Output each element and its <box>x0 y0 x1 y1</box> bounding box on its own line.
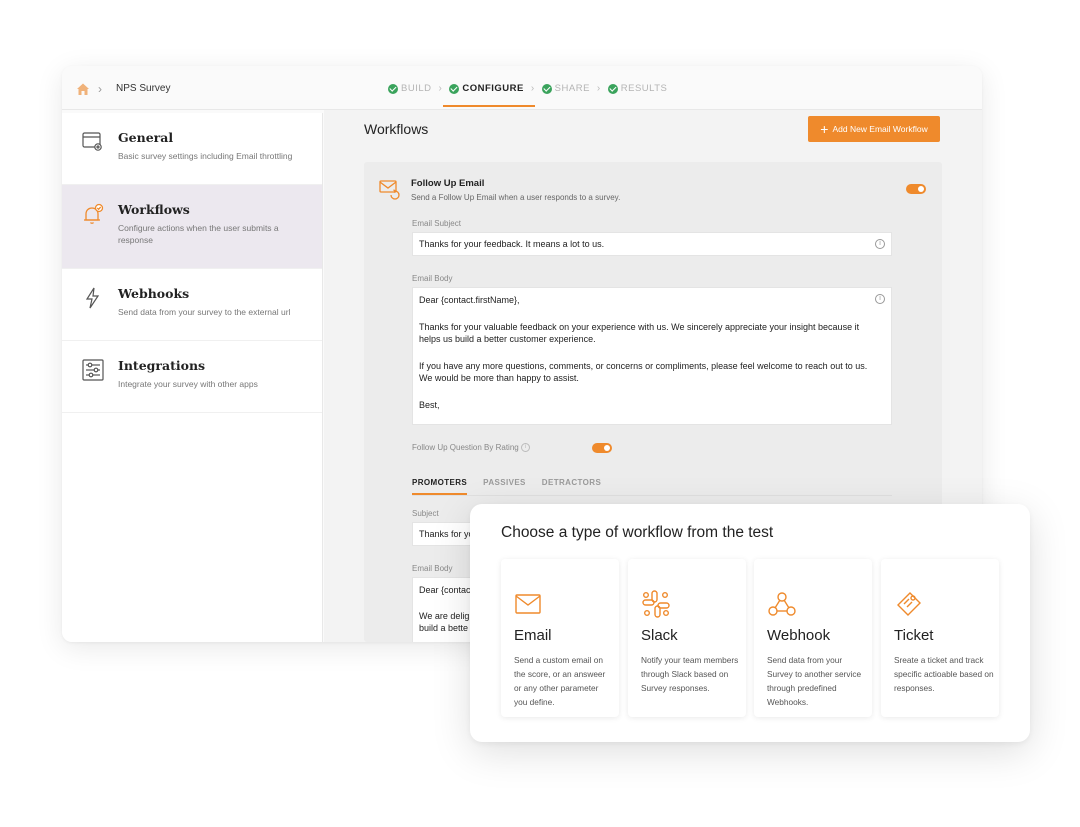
sliders-icon <box>82 359 104 381</box>
step-navigation: BUILD › CONFIGURE › SHARE › RESULTS <box>388 83 668 107</box>
info-icon[interactable]: i <box>875 294 885 304</box>
workflow-card-title: Ticket <box>894 627 934 644</box>
step-share-label: SHARE <box>554 83 590 94</box>
workflow-card-desc: Sreate a ticket and track specific actio… <box>894 655 994 693</box>
step-results[interactable]: RESULTS <box>607 83 668 94</box>
sidebar-item-label: Workflows <box>118 202 190 217</box>
follow-up-email-toggle[interactable] <box>906 184 926 194</box>
slack-icon <box>642 590 670 618</box>
sidebar-item-label: General <box>118 130 174 145</box>
workflow-card-desc: Notify your team members through Slack b… <box>641 655 739 693</box>
email-body-greeting: Dear {contact.firstName}, <box>419 295 520 305</box>
webhook-icon <box>768 592 796 616</box>
tabs-divider <box>412 495 892 496</box>
follow-up-email-desc: Send a Follow Up Email when a user respo… <box>411 193 621 202</box>
email-subject-value: Thanks for your feedback. It means a lot… <box>419 239 605 249</box>
workflow-card-slack[interactable]: Slack Notify your team members through S… <box>628 559 746 717</box>
sidebar-item-label: Webhooks <box>118 286 190 301</box>
workflow-type-chooser: Choose a type of workflow from the test … <box>470 504 1030 742</box>
breadcrumb-survey-title[interactable]: NPS Survey <box>116 83 170 94</box>
rating-tabs: PROMOTERS PASSIVES DETRACTORS <box>412 478 601 495</box>
email-body-signoff: Best, <box>419 399 440 410</box>
page-title: Workflows <box>364 121 429 137</box>
check-icon <box>541 83 552 94</box>
add-email-workflow-button[interactable]: + Add New Email Workflow <box>808 116 940 142</box>
sidebar-item-desc: Configure actions when the user submits … <box>118 223 279 245</box>
follow-up-rating-toggle[interactable] <box>592 443 612 453</box>
email-body-field[interactable]: Dear {contact.firstName}, Thanks for you… <box>412 287 892 425</box>
sidebar-item-webhooks[interactable]: Webhooks Send data from your survey to t… <box>62 269 322 341</box>
step-configure-label: CONFIGURE <box>462 83 524 94</box>
email-refresh-icon <box>379 180 400 200</box>
email-body-label: Email Body <box>412 274 453 283</box>
sidebar-item-label: Integrations <box>118 358 206 373</box>
chevron-right-icon: › <box>596 83 601 94</box>
workflow-card-ticket[interactable]: Ticket Sreate a ticket and track specifi… <box>881 559 999 717</box>
settings-window-icon <box>82 132 102 151</box>
settings-sidebar: General Basic survey settings including … <box>62 113 323 642</box>
check-icon <box>388 83 398 94</box>
chevron-right-icon: › <box>530 83 535 94</box>
sidebar-item-workflows[interactable]: Workflows Configure actions when the use… <box>62 185 322 269</box>
tab-detractors[interactable]: DETRACTORS <box>542 478 601 495</box>
follow-up-rating-label: Follow Up Question By Rating i <box>412 443 530 453</box>
email-icon <box>515 594 541 614</box>
workflow-card-title: Email <box>514 627 552 644</box>
workflow-card-webhook[interactable]: Webhook Send data from your Survey to an… <box>754 559 872 717</box>
sidebar-item-general[interactable]: General Basic survey settings including … <box>62 113 322 185</box>
bell-check-icon <box>84 203 104 224</box>
promoter-subject-value: Thanks for yo <box>419 529 474 539</box>
chooser-title: Choose a type of workflow from the test <box>501 524 774 541</box>
email-body-paragraph: If you have any more questions, comments… <box>419 360 868 384</box>
workflow-card-desc: Send data from your Survey to another se… <box>767 655 862 707</box>
promoter-subject-label: Subject <box>412 509 439 518</box>
email-body-paragraph: Thanks for your valuable feedback on you… <box>419 321 860 345</box>
home-icon[interactable] <box>76 82 90 96</box>
email-subject-field[interactable]: Thanks for your feedback. It means a lot… <box>412 232 892 256</box>
promoter-body-label: Email Body <box>412 564 453 573</box>
follow-up-email-title: Follow Up Email <box>411 178 485 189</box>
add-email-workflow-label: Add New Email Workflow <box>832 124 928 134</box>
lightning-icon <box>85 287 100 309</box>
step-share[interactable]: SHARE <box>541 83 590 94</box>
tab-passives[interactable]: PASSIVES <box>483 478 526 495</box>
workflow-card-email[interactable]: Email Send a custom email on the score, … <box>501 559 619 717</box>
tab-promoters[interactable]: PROMOTERS <box>412 478 468 495</box>
info-icon[interactable]: i <box>520 443 530 453</box>
email-subject-label: Email Subject <box>412 219 461 228</box>
workflow-card-desc: Send a custom email on the score, or an … <box>514 655 606 707</box>
step-build-label: BUILD <box>401 83 432 94</box>
info-icon[interactable]: i <box>875 239 885 249</box>
step-configure[interactable]: CONFIGURE <box>443 83 535 107</box>
step-build[interactable]: BUILD <box>388 83 431 94</box>
ticket-icon <box>897 592 921 616</box>
sidebar-item-integrations[interactable]: Integrations Integrate your survey with … <box>62 341 322 413</box>
chevron-right-icon: › <box>98 82 102 96</box>
check-icon <box>607 83 618 94</box>
sidebar-item-desc: Send data from your survey to the extern… <box>118 307 291 317</box>
workflow-card-title: Slack <box>641 627 678 644</box>
workflow-card-title: Webhook <box>767 627 831 644</box>
chevron-right-icon: › <box>438 83 443 94</box>
top-bar: › NPS Survey BUILD › CONFIGURE › SHARE ›… <box>62 66 982 110</box>
sidebar-item-desc: Integrate your survey with other apps <box>118 379 258 389</box>
step-results-label: RESULTS <box>620 83 668 94</box>
check-icon <box>449 83 460 94</box>
sidebar-item-desc: Basic survey settings including Email th… <box>118 151 293 161</box>
plus-icon: + <box>820 121 829 137</box>
